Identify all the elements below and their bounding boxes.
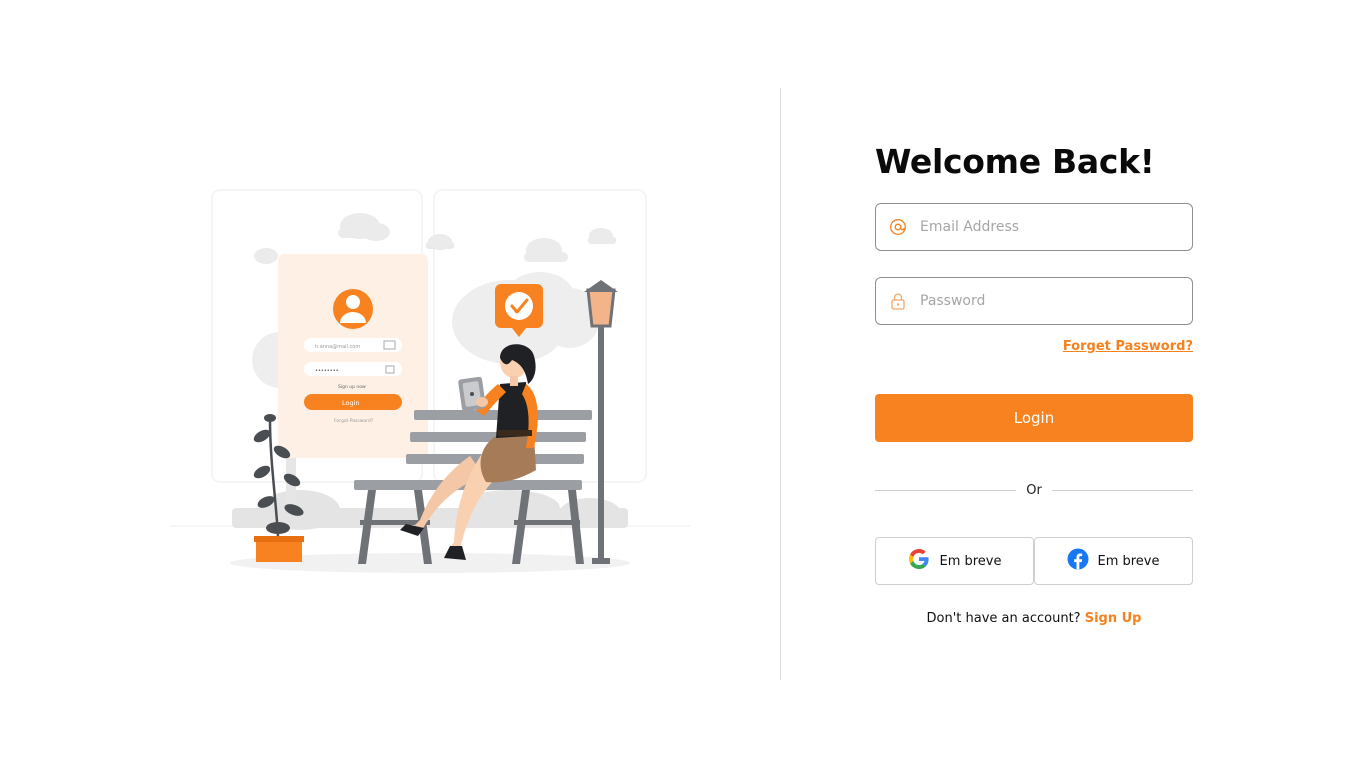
svg-text:Forgot Password?: Forgot Password? (334, 418, 374, 424)
lock-icon (876, 278, 920, 324)
or-label: Or (1026, 482, 1042, 498)
password-field[interactable] (875, 277, 1193, 325)
google-login-button[interactable]: Em breve (875, 537, 1034, 585)
or-line-left (875, 489, 1017, 491)
svg-text:Sign up now: Sign up now (338, 384, 366, 390)
signup-link[interactable]: Sign Up (1085, 611, 1142, 626)
signup-row: Don't have an account? Sign Up (875, 611, 1193, 626)
signup-prompt: Don't have an account? (926, 611, 1081, 626)
email-input[interactable] (920, 207, 1180, 247)
google-button-label: Em breve (939, 553, 1002, 569)
at-icon (876, 204, 920, 250)
vertical-divider (780, 88, 781, 680)
password-input[interactable] (920, 281, 1180, 321)
facebook-icon (1067, 548, 1089, 574)
svg-text:Login: Login (342, 399, 360, 407)
google-icon (907, 547, 931, 575)
or-line-right (1051, 489, 1194, 491)
svg-text:h.anna@mail.com: h.anna@mail.com (315, 344, 360, 350)
page-title: Welcome Back! (875, 142, 1155, 181)
facebook-button-label: Em breve (1097, 553, 1160, 569)
facebook-login-button[interactable]: Em breve (1034, 537, 1193, 585)
email-field[interactable] (875, 203, 1193, 251)
or-divider: Or (875, 480, 1194, 500)
login-button[interactable]: Login (875, 394, 1193, 442)
login-form: Welcome Back! Forget Password? Login Or … (875, 140, 1194, 626)
forgot-password-link[interactable]: Forget Password? (1063, 339, 1193, 354)
login-illustration: h.anna@mail.com •••••••• Sign up now Log… (170, 180, 690, 580)
svg-text:••••••••: •••••••• (315, 368, 339, 374)
